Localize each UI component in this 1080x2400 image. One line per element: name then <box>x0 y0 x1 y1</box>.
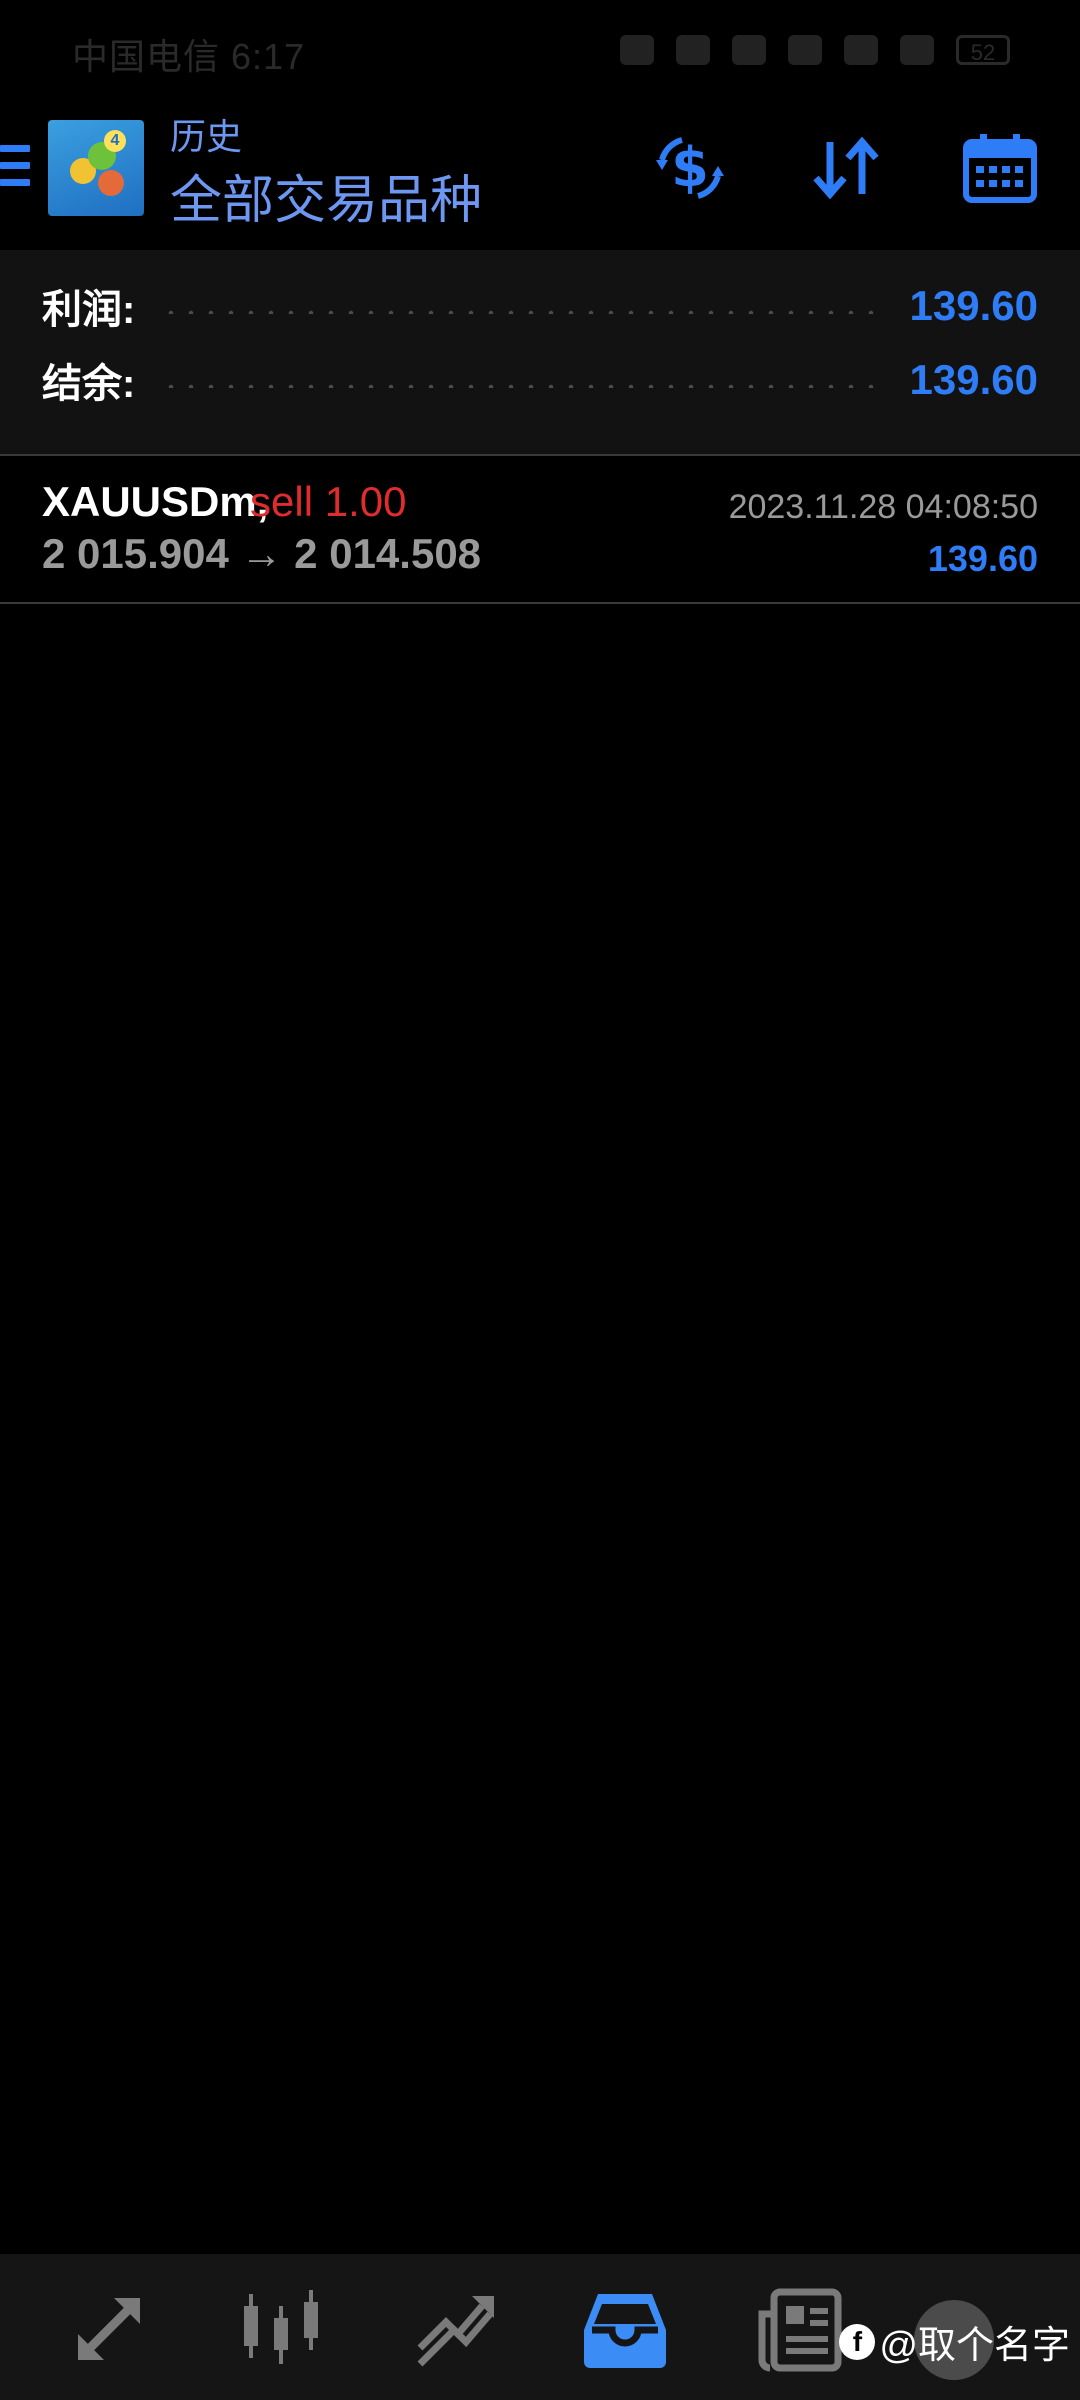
app-header: 4 历史 全部交易品种 $ <box>0 100 1080 250</box>
dotted-leader <box>161 384 884 388</box>
profit-label: 利润: <box>42 288 136 332</box>
data-speed-icon <box>788 35 822 65</box>
svg-text:$: $ <box>671 136 709 199</box>
bottom-nav: f @取个名字 <box>0 2254 1080 2400</box>
profit-value: 139.60 <box>909 282 1038 329</box>
menu-icon[interactable] <box>0 145 30 195</box>
dotted-leader <box>161 310 884 314</box>
app-logo: 4 <box>48 120 144 216</box>
status-icons: 52 <box>620 30 1010 70</box>
news-icon[interactable] <box>756 2284 846 2374</box>
profit-row: 利润: 139.60 <box>42 276 1038 336</box>
chart-icon[interactable] <box>236 2284 326 2374</box>
trade-type: sell 1.00 <box>250 478 407 525</box>
watermark-text: @取个名字 <box>879 2325 1070 2367</box>
trade-profit: 139.60 <box>927 538 1038 579</box>
balance-row: 结余: 139.60 <box>42 350 1038 410</box>
watermark-logo-icon: f <box>839 2323 876 2360</box>
watermark: f @取个名字 <box>839 2314 1070 2369</box>
trade-icon[interactable] <box>64 2284 154 2374</box>
wifi-icon <box>844 35 878 65</box>
trade-row[interactable]: XAUUSDm, sell 1.00 2 015.904 → 2 014.508… <box>0 456 1080 604</box>
balance-value: 139.60 <box>909 356 1038 403</box>
alarm-icon <box>676 35 710 65</box>
signal-icon <box>900 35 934 65</box>
status-bar: 中国电信 6:17 52 <box>0 0 1080 100</box>
balance-label: 结余: <box>42 362 136 406</box>
analytics-icon[interactable] <box>410 2284 500 2374</box>
status-carrier-time: 中国电信 6:17 <box>72 36 306 77</box>
trade-prices: 2 015.904 → 2 014.508 <box>42 530 482 577</box>
battery-icon: 52 <box>956 35 1010 65</box>
vibrate-icon <box>732 35 766 65</box>
currency-exchange-icon[interactable]: $ <box>652 130 728 206</box>
header-title[interactable]: 全部交易品种 <box>170 158 482 233</box>
trade-time: 2023.11.28 04:08:50 <box>728 488 1038 526</box>
sort-icon[interactable] <box>808 130 884 206</box>
eye-icon <box>620 35 654 65</box>
header-subtitle: 历史 <box>170 116 243 157</box>
history-icon[interactable] <box>580 2284 670 2374</box>
trade-symbol: XAUUSDm, <box>42 478 269 525</box>
summary-panel: 利润: 139.60 结余: 139.60 <box>0 250 1080 456</box>
calendar-icon[interactable] <box>962 130 1038 206</box>
